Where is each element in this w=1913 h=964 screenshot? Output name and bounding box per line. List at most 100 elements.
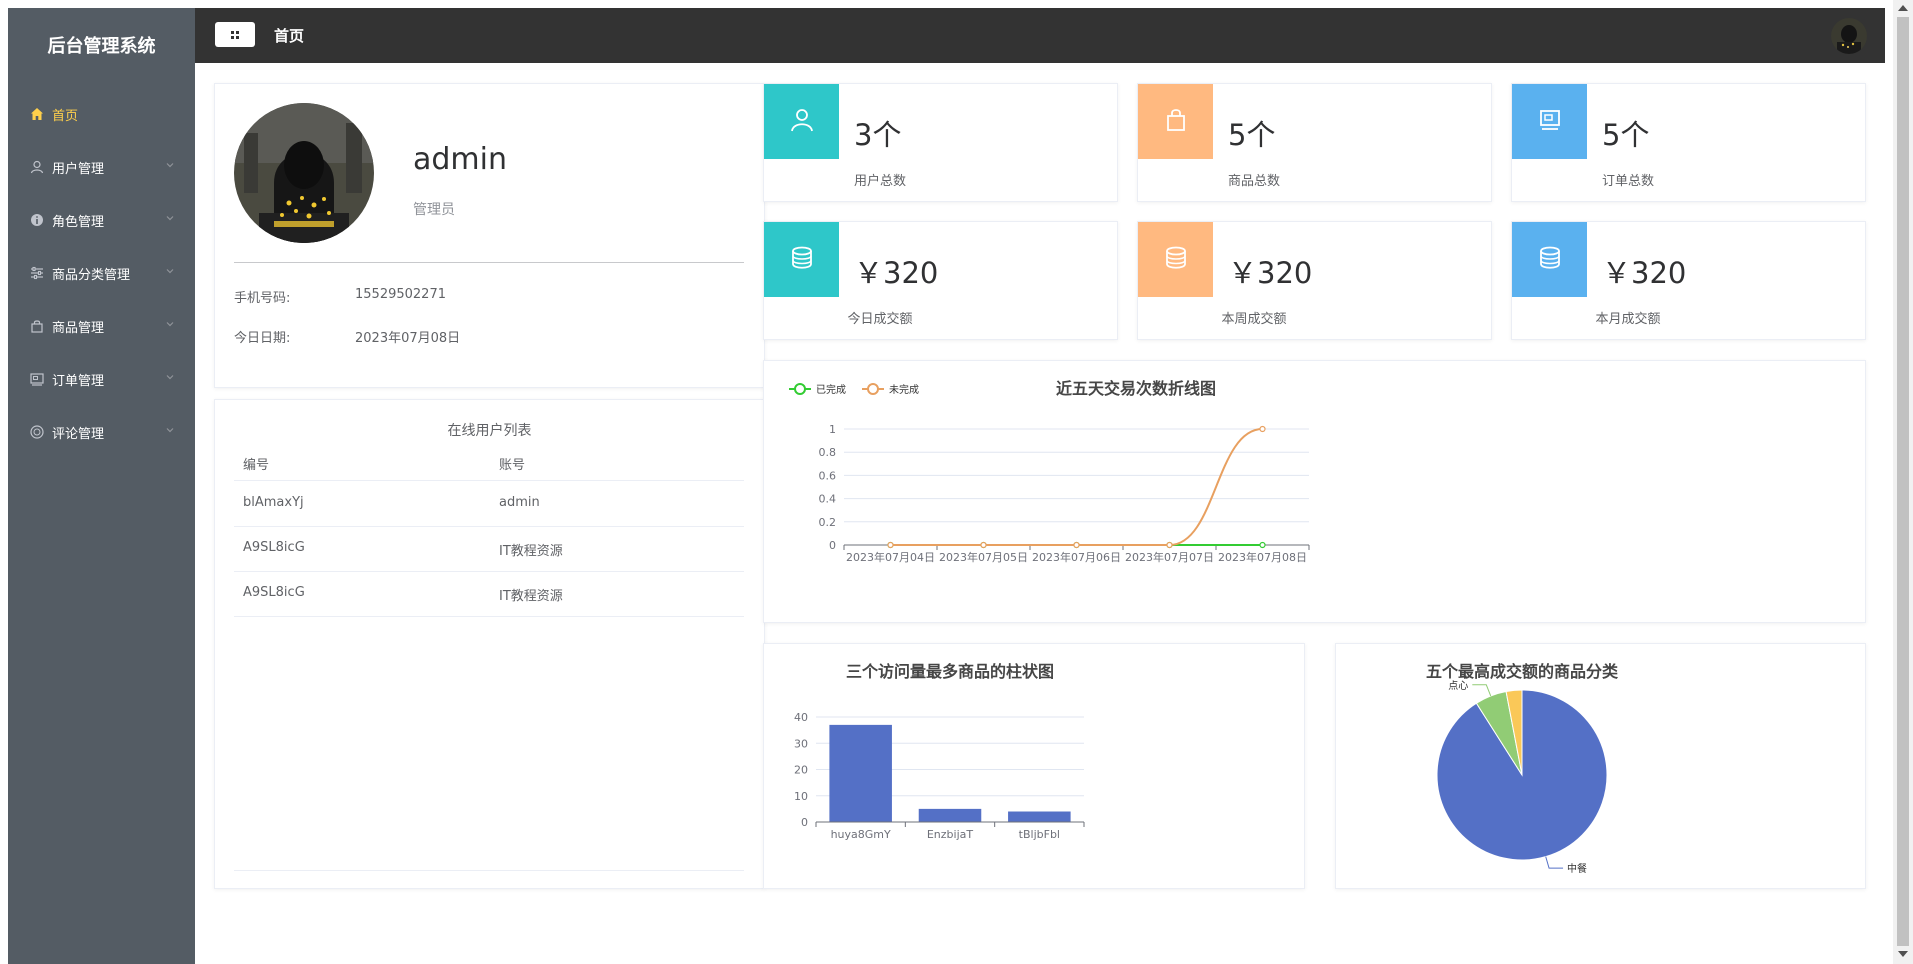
stat-label: 商品总数 [1227,174,1280,189]
stat-icon-box [1512,222,1587,297]
sidebar-title: 后台管理系统 [47,36,156,57]
x-tick-label: 2023年07月07日 [1125,550,1214,564]
legend-marker [867,383,879,395]
date-label: 今日日期: [234,331,291,346]
stat-card-today-revenue: ￥320 今日成交额 [763,221,1118,340]
breadcrumb[interactable]: 首页 [274,25,304,46]
chevron-down-icon [165,424,175,439]
table-header: 编号 账号 [234,446,744,481]
y-tick-label: 0.2 [819,516,837,529]
line-chart: 近五天交易次数折线图 0 0.2 0.4 0.6 0.8 1 2023年07月04日 2023年… [789,379,1310,564]
sidebar-item-users[interactable]: 用户管理 [8,141,195,193]
menu-toggle-button[interactable] [215,22,255,47]
chevron-down-icon [165,318,175,333]
data-point [887,541,894,549]
sidebar-item-products[interactable]: 商品管理 [8,300,195,352]
scrollbar-thumb[interactable] [1897,17,1909,946]
sliders-icon [30,266,44,280]
sidebar-item-orders[interactable]: 订单管理 [8,353,195,405]
stat-card-orders: 5个 订单总数 [1511,83,1866,202]
chart-title: 近五天交易次数折线图 [1056,379,1216,398]
bar-chart: 三个访问量最多商品的柱状图 0 10 20 30 40 huya8GmY EnzbijaT tB… [794,662,1085,841]
y-tick-label: 0.4 [819,493,837,506]
bar [1008,811,1071,822]
top-header: 首页 [195,8,1885,63]
x-tick-label: 2023年07月06日 [1032,550,1121,564]
sidebar-item-categories[interactable]: 商品分类管理 [8,247,195,299]
stat-icon-box [764,84,839,159]
x-tick-label: tBljbFbl [1019,828,1060,841]
sidebar-item-label: 订单管理 [52,373,105,389]
avatar[interactable] [1831,18,1867,54]
stat-value: ￥320 [1228,256,1313,290]
scroll-down-arrow-icon[interactable] [1898,951,1908,957]
profile-card: admin 管理员 手机号码: 15529502271 今日日期: 2023年0… [214,83,765,388]
profile-name: admin [413,142,507,177]
divider [234,262,744,263]
chart-title: 五个最高成交额的商品分类 [1426,662,1619,681]
coins-icon [1537,245,1563,275]
y-tick-label: 10 [794,790,808,803]
online-users-card: 在线用户列表 编号 账号 blAmaxYj admin A9SL8icG IT教… [214,399,765,889]
stat-label: 订单总数 [1601,174,1654,189]
bar [829,724,892,822]
y-tick-label: 40 [794,711,808,724]
cell-account: IT教程资源 [499,544,563,559]
shopping-bag-icon [30,319,44,333]
table-row[interactable]: A9SL8icG IT教程资源 [234,526,744,572]
stat-card-products: 5个 商品总数 [1137,83,1492,202]
profile-role: 管理员 [413,202,455,218]
chevron-down-icon [165,371,175,386]
pie-chart-card: 五个最高成交额的商品分类 中餐 点心 [1335,643,1866,889]
label-leader-line [1472,684,1492,697]
table-title: 在线用户列表 [447,423,532,439]
stat-value: 5个 [1228,118,1276,152]
home-icon [30,107,44,121]
x-tick-label: huya8GmY [831,828,891,841]
grid-icon [230,25,240,44]
x-tick-label: 2023年07月05日 [939,550,1028,564]
stat-label: 本周成交额 [1221,312,1287,327]
coins-icon [789,245,815,275]
data-point [980,541,987,549]
stat-value: 5个 [1602,118,1650,152]
legend-label: 已完成 [816,383,846,396]
cell-account: IT教程资源 [499,589,563,604]
table-row[interactable]: A9SL8icG IT教程资源 [234,571,744,617]
info-icon [30,213,44,227]
y-tick-label: 0 [801,816,808,829]
sidebar-item-comments[interactable]: 评论管理 [8,406,195,458]
data-point [1259,541,1266,549]
chevron-down-icon [165,212,175,227]
phone-value: 15529502271 [355,287,446,302]
sidebar-item-roles[interactable]: 角色管理 [8,194,195,246]
cell-account: admin [499,495,540,510]
coins-icon [1163,245,1189,275]
legend-marker [794,383,806,395]
pie-chart: 五个最高成交额的商品分类中餐 点心 [1426,662,1619,875]
stat-icon-box [1512,84,1587,159]
label-leader-line [1545,856,1564,869]
y-tick-label: 0.8 [819,446,837,459]
y-tick-label: 1 [829,423,836,436]
phone-label: 手机号码: [234,291,291,306]
chart-title: 三个访问量最多商品的柱状图 [846,662,1054,681]
legend-label: 未完成 [889,383,919,396]
slice-label: 中餐 [1567,862,1587,875]
table-row[interactable]: blAmaxYj admin [234,481,744,527]
chevron-down-icon [165,159,175,174]
sidebar-item-label: 角色管理 [52,214,105,230]
column-header-id: 编号 [243,458,270,473]
y-tick-label: 0.6 [819,469,837,482]
sidebar-item-label: 商品管理 [52,320,105,336]
cell-id: blAmaxYj [243,495,304,510]
app-root: 后台管理系统 首页 用户管理 角色管理 商品分类管理 商品管理 订单管理 评论管… [8,8,1885,964]
user-icon [789,107,815,137]
cell-id: A9SL8icG [243,585,305,600]
sidebar-item-label: 商品分类管理 [52,267,131,283]
y-tick-label: 0 [829,539,836,552]
scroll-up-arrow-icon[interactable] [1898,5,1908,11]
sidebar-item-home[interactable]: 首页 [8,88,195,140]
stat-value: 3个 [854,118,902,152]
page-scrollbar[interactable] [1893,0,1913,964]
